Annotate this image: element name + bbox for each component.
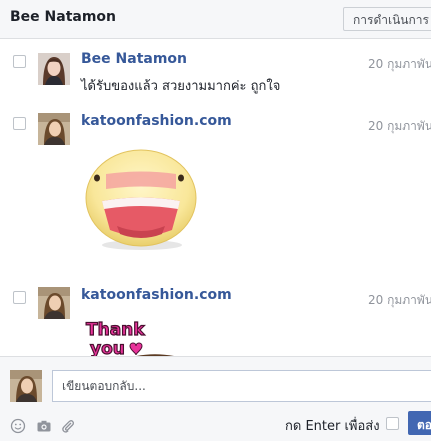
message-timestamp: 20 กุมภาพันธ์ <box>368 119 431 133</box>
conversation-title: Bee Natamon <box>10 9 117 25</box>
avatar[interactable] <box>38 113 70 145</box>
message-thread[interactable]: Bee Natamon ได้รับของแล้ว สวยงามมากค่ะ ถ… <box>0 40 431 356</box>
sender-name[interactable]: Bee Natamon <box>81 51 187 67</box>
message-item: katoonfashion.com 20 กุมภาพันธ์ <box>0 110 431 278</box>
message-select-checkbox[interactable] <box>13 291 26 304</box>
actions-dropdown-button[interactable]: การดำเนินการ <box>343 7 431 31</box>
message-select-checkbox[interactable] <box>13 55 26 68</box>
camera-icon[interactable] <box>36 418 52 434</box>
message-item: katoonfashion.com 20 กุมภาพันธ์ Thank yo… <box>0 284 431 356</box>
enter-to-send-label: กด Enter เพื่อส่ง <box>285 419 380 434</box>
message-item: Bee Natamon ได้รับของแล้ว สวยงามมากค่ะ ถ… <box>0 48 431 98</box>
reply-input[interactable] <box>52 370 431 402</box>
message-timestamp: 20 กุมภาพันธ์ <box>368 293 431 307</box>
sticker-text-you: you <box>90 339 125 356</box>
my-avatar <box>10 370 42 402</box>
message-text: ได้รับของแล้ว สวยงามมากค่ะ ถูกใจ <box>81 79 281 94</box>
enter-to-send-checkbox[interactable] <box>386 417 399 430</box>
smiling-face-sticker[interactable] <box>82 146 200 254</box>
avatar[interactable] <box>38 287 70 319</box>
attachment-icon[interactable] <box>60 418 76 434</box>
sender-name[interactable]: katoonfashion.com <box>81 287 232 303</box>
emoji-icon[interactable] <box>10 418 26 434</box>
thank-you-sticker[interactable]: Thank you <box>82 316 192 356</box>
message-select-checkbox[interactable] <box>13 117 26 130</box>
conversation-header: Bee Natamon การดำเนินการ <box>0 0 431 39</box>
sender-name[interactable]: katoonfashion.com <box>81 113 232 129</box>
message-timestamp: 20 กุมภาพันธ์ <box>368 57 431 71</box>
reply-composer: กด Enter เพื่อส่ง ตอบกลับ <box>0 356 431 441</box>
reply-send-button[interactable]: ตอบกลับ <box>408 411 431 435</box>
sticker-text-thank: Thank <box>86 320 145 340</box>
avatar[interactable] <box>38 53 70 85</box>
